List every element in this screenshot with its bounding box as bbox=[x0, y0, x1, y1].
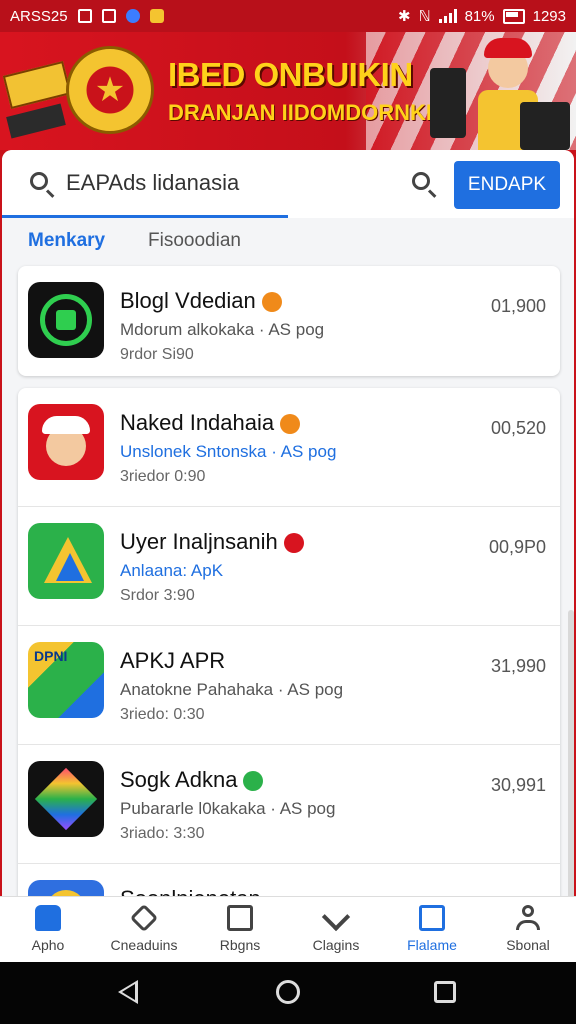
banner-title: IBED ONBUIKIN bbox=[168, 56, 413, 93]
home-circle-icon[interactable] bbox=[276, 980, 300, 1004]
nfc-icon: ℕ bbox=[418, 8, 431, 25]
app-subtitle: Unslonek Sntonska · AS pog bbox=[120, 442, 337, 461]
category-icon bbox=[321, 902, 351, 932]
app-subtitle: Anatokne Pahahaka · AS pog bbox=[120, 680, 344, 699]
nav-label: Cneaduins bbox=[110, 937, 178, 953]
product-box-illustration bbox=[2, 61, 72, 109]
app-value: 00,520 bbox=[490, 418, 546, 438]
app-icon-gem bbox=[28, 761, 104, 837]
app-subtitle: Pubararle l0kakaka · AS pog bbox=[120, 799, 336, 818]
download-icon bbox=[129, 903, 159, 933]
app-subtitle: Anlaana: ApK bbox=[120, 561, 224, 580]
alert-badge-icon bbox=[283, 533, 304, 554]
game-notification-icon bbox=[149, 9, 164, 23]
app-name: Sogk Adkna bbox=[120, 767, 238, 792]
app-screen: ARSS25 ✱ ℕ 81% 1293 ★ IBED ONBUIKIN DRAN… bbox=[0, 0, 576, 1024]
nav-item-clagins[interactable]: Clagins bbox=[288, 897, 384, 963]
app-meta: 3riedor 0:90 bbox=[120, 468, 206, 485]
banner-seal-icon: ★ bbox=[66, 46, 154, 134]
list-item[interactable]: Sogk Adkna Pubararle l0kakaka · AS pog 3… bbox=[18, 745, 560, 864]
app-icon-green-shield bbox=[28, 282, 104, 358]
list-item[interactable]: Soonlnienetan bbox=[18, 864, 560, 896]
back-icon[interactable] bbox=[118, 980, 138, 1004]
home-icon bbox=[35, 905, 61, 931]
app-value: 31,990 bbox=[490, 656, 546, 676]
search-submit-icon[interactable] bbox=[412, 172, 430, 190]
list-item[interactable]: Blogl Vdedian Mdorum alkokaka · AS pog 9… bbox=[18, 266, 560, 376]
app-name: Blogl Vdedian bbox=[120, 288, 256, 313]
banner-subtitle: DRANJAN IIDOMDORNKE bbox=[168, 100, 441, 125]
search-input[interactable]: EAPAds lidanasia bbox=[66, 170, 239, 196]
list-item[interactable]: Uyer Inaljnsanih Anlaana: ApK Srdor 3:90… bbox=[18, 507, 560, 626]
tab-fisooodian[interactable]: Fisooodian bbox=[148, 230, 241, 252]
app-value: 00,9P0 bbox=[488, 537, 546, 557]
app-meta: 3riedo: 0:30 bbox=[120, 706, 205, 723]
search-underline bbox=[2, 215, 288, 218]
recent-apps-icon[interactable] bbox=[434, 981, 456, 1003]
app-icon-apk: DPNI bbox=[28, 642, 104, 718]
app-subtitle: Mdorum alkokaka · AS pog bbox=[120, 320, 325, 339]
nav-label: Flalame bbox=[407, 937, 457, 953]
search-bar: EAPAds lidanasia ENDAPK bbox=[2, 150, 574, 218]
app-meta: 3riado: 3:30 bbox=[120, 825, 205, 842]
mail-icon bbox=[101, 9, 116, 23]
verified-badge-icon bbox=[243, 771, 264, 792]
app-list-card: Naked Indahaia Unslonek Sntonska · AS po… bbox=[18, 388, 560, 896]
nav-item-cneaduins[interactable]: Cneaduins bbox=[96, 897, 192, 963]
bluetooth-icon: ✱ bbox=[398, 8, 411, 25]
status-time-right: 1293 bbox=[532, 7, 566, 25]
app-icon-sun bbox=[28, 880, 104, 896]
promo-banner[interactable]: ★ IBED ONBUIKIN DRANJAN IIDOMDORNKE bbox=[0, 32, 576, 150]
notification-icon bbox=[77, 9, 92, 23]
battery-icon bbox=[502, 8, 525, 24]
battery-percent: 81% bbox=[464, 7, 495, 25]
nav-item-rbgns[interactable]: Rbgns bbox=[192, 897, 288, 963]
list-item[interactable]: Naked Indahaia Unslonek Sntonska · AS po… bbox=[18, 388, 560, 507]
app-name: APKJ APR bbox=[120, 648, 226, 673]
nav-item-sbonal[interactable]: Sbonal bbox=[480, 897, 576, 963]
status-time-left: ARSS25 bbox=[10, 7, 68, 25]
app-meta: 9rdor Si90 bbox=[120, 346, 194, 363]
nav-item-flalame[interactable]: Flalame bbox=[384, 897, 480, 963]
tab-menkary[interactable]: Menkary bbox=[28, 230, 105, 252]
product-box-illustration-dark bbox=[6, 103, 66, 139]
phone-illustration bbox=[430, 68, 466, 138]
verified-badge-icon bbox=[280, 414, 301, 435]
verified-badge-icon bbox=[261, 292, 282, 313]
app-icon-mascot bbox=[28, 404, 104, 480]
featured-app-card[interactable]: Blogl Vdedian Mdorum alkokaka · AS pog 9… bbox=[18, 266, 560, 376]
app-name: Soonlnienetan bbox=[120, 886, 261, 896]
ranking-icon bbox=[227, 905, 253, 931]
signal-icon bbox=[438, 9, 457, 23]
app-value: 30,991 bbox=[490, 775, 546, 795]
app-meta: Srdor 3:90 bbox=[120, 587, 195, 604]
app-name: Uyer Inaljnsanih bbox=[120, 529, 278, 554]
search-button[interactable]: ENDAPK bbox=[454, 161, 560, 209]
main-panel: EAPAds lidanasia ENDAPK Menkary Fisooodi… bbox=[2, 150, 574, 896]
search-icon[interactable] bbox=[30, 172, 48, 190]
tab-bar: Menkary Fisooodian bbox=[2, 220, 574, 264]
scrollbar[interactable] bbox=[568, 610, 574, 896]
app-notification-icon bbox=[125, 9, 140, 23]
speaker-illustration bbox=[520, 102, 570, 150]
app-icon-triangle bbox=[28, 523, 104, 599]
status-bar: ARSS25 ✱ ℕ 81% 1293 bbox=[0, 0, 576, 32]
account-icon bbox=[515, 905, 541, 931]
nav-label: Apho bbox=[31, 937, 65, 953]
app-value: 01,900 bbox=[490, 296, 546, 316]
nav-item-apho[interactable]: Apho bbox=[0, 897, 96, 963]
promo-icon bbox=[419, 905, 445, 931]
nav-label: Sbonal bbox=[506, 937, 550, 953]
nav-label: Clagins bbox=[312, 937, 360, 953]
app-name: Naked Indahaia bbox=[120, 410, 275, 435]
bottom-nav: Apho Cneaduins Rbgns Clagins Flalame Sbo… bbox=[0, 896, 576, 963]
list-item[interactable]: DPNI APKJ APR Anatokne Pahahaka · AS pog… bbox=[18, 626, 560, 745]
nav-label: Rbgns bbox=[219, 937, 261, 953]
system-nav-bar bbox=[0, 962, 576, 1024]
